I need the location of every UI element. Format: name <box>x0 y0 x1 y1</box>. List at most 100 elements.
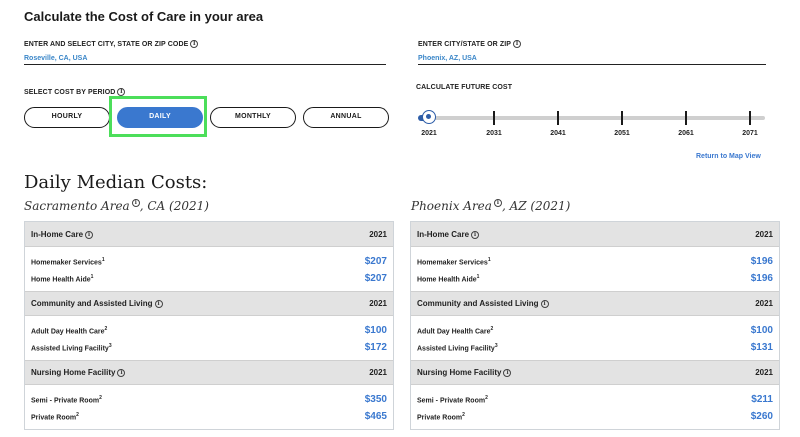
cost-label: Assisted Living Facility <box>31 345 109 353</box>
footnote: 1 <box>476 273 480 280</box>
cost-row: Semi - Private Room2 $350 <box>31 391 387 408</box>
slider-tick <box>621 111 623 125</box>
cost-label: Adult Day Health Care <box>31 328 105 336</box>
section-title: Community and Assisted Living <box>31 299 153 308</box>
city1-label-text: ENTER AND SELECT CITY, STATE OR ZIP CODE <box>24 41 189 48</box>
left-area-title: Sacramento Area i, CA (2021) <box>24 199 209 213</box>
section-header: Community and Assisted Living i 2021 <box>411 291 779 316</box>
left-area-name: Sacramento Area <box>24 199 130 213</box>
period-label-text: SELECT COST BY PERIOD <box>24 89 116 96</box>
cost-value: $196 <box>750 273 773 284</box>
footnote: 1 <box>101 256 105 263</box>
city1-label: ENTER AND SELECT CITY, STATE OR ZIP CODE… <box>24 40 199 48</box>
left-area-suffix: , CA (2021) <box>139 199 209 213</box>
city2-input[interactable]: Phoenix, AZ, USA <box>418 55 766 65</box>
info-icon[interactable]: i <box>540 300 549 308</box>
info-icon[interactable]: i <box>513 40 522 48</box>
period-annual-button[interactable]: ANNUAL <box>303 107 389 128</box>
footnote: 2 <box>485 394 488 401</box>
section-header: Nursing Home Facility i 2021 <box>25 360 393 385</box>
section-year: 2021 <box>369 299 387 308</box>
info-icon[interactable]: i <box>503 369 512 377</box>
info-icon[interactable]: i <box>117 88 126 96</box>
info-icon[interactable]: i <box>117 369 126 377</box>
right-cost-card: In-Home Care i 2021 Homemaker Services1 $1… <box>410 221 780 430</box>
cost-value: $100 <box>750 325 773 336</box>
section-title: Community and Assisted Living <box>417 299 539 308</box>
right-area-title: Phoenix Area i, AZ (2021) <box>411 199 570 213</box>
section-title: In-Home Care <box>417 229 470 239</box>
cost-row: Homemaker Services1 $207 <box>31 253 387 270</box>
period-hourly-button[interactable]: HOURLY <box>24 107 110 128</box>
footnote: 2 <box>462 411 465 418</box>
period-monthly-button[interactable]: MONTHLY <box>210 107 296 128</box>
cost-row: Home Health Aide1 $207 <box>31 270 387 287</box>
cost-value: $207 <box>364 256 387 267</box>
cost-value: $350 <box>364 394 387 405</box>
info-icon[interactable]: i <box>131 199 140 207</box>
slider-tick <box>493 111 495 125</box>
footnote: 3 <box>494 342 498 349</box>
section-year: 2021 <box>755 299 773 308</box>
footnote: 2 <box>99 394 102 401</box>
cost-label: Semi - Private Room <box>31 397 100 405</box>
tick-label: 2031 <box>486 130 502 137</box>
future-slider-track[interactable] <box>421 116 765 120</box>
info-icon[interactable]: i <box>154 300 163 308</box>
cost-value: $260 <box>750 411 773 422</box>
cost-value: $131 <box>750 342 773 353</box>
info-icon[interactable]: i <box>85 230 94 239</box>
footnote: 2 <box>490 325 494 332</box>
cost-label: Homemaker Services <box>31 259 102 267</box>
cost-label: Private Room <box>417 414 463 422</box>
cost-label: Semi - Private Room <box>417 397 486 405</box>
tick-label: 2021 <box>421 130 437 137</box>
tick-label: 2061 <box>678 130 694 137</box>
tick-label: 2041 <box>550 130 566 137</box>
cost-row: Adult Day Health Care2 $100 <box>417 322 773 339</box>
future-slider-handle[interactable] <box>422 110 436 124</box>
left-cost-card: In-Home Care i 2021 Homemaker Services1 $2… <box>24 221 394 430</box>
future-label: CALCULATE FUTURE COST <box>416 84 513 91</box>
section-header: In-Home Care i 2021 <box>25 222 393 247</box>
cost-value: $172 <box>364 342 387 353</box>
cost-value: $211 <box>751 394 773 405</box>
info-icon[interactable]: i <box>471 230 480 239</box>
right-area-name: Phoenix Area <box>411 199 492 213</box>
cost-value: $100 <box>364 325 387 336</box>
cost-row: Assisted Living Facility3 $131 <box>417 339 773 356</box>
info-icon[interactable]: i <box>190 40 199 48</box>
cost-row: Assisted Living Facility3 $172 <box>31 339 387 356</box>
cost-label: Homemaker Services <box>417 259 488 267</box>
footnote: 1 <box>90 273 94 280</box>
cost-row: Semi - Private Room2 $211 <box>417 391 773 408</box>
city2-label-text: ENTER CITY/STATE OR ZIP <box>418 41 512 48</box>
section-header: In-Home Care i 2021 <box>411 222 779 247</box>
return-to-map-link[interactable]: Return to Map View <box>696 153 761 160</box>
footnote: 1 <box>487 256 491 263</box>
cost-row: Home Health Aide1 $196 <box>417 270 773 287</box>
cost-row: Private Room2 $260 <box>417 408 773 425</box>
period-label: SELECT COST BY PERIOD i <box>24 88 126 96</box>
section-year: 2021 <box>369 368 387 377</box>
selection-highlight <box>109 96 207 137</box>
info-icon[interactable]: i <box>493 199 502 207</box>
right-area-suffix: , AZ (2021) <box>501 199 571 213</box>
cost-label: Private Room <box>31 414 77 422</box>
city1-input[interactable]: Roseville, CA, USA <box>24 55 386 65</box>
section-header: Nursing Home Facility i 2021 <box>411 360 779 385</box>
cost-value: $207 <box>364 273 387 284</box>
section-title: In-Home Care <box>31 229 84 239</box>
section-title: Nursing Home Facility <box>31 368 116 377</box>
section-header: Community and Assisted Living i 2021 <box>25 291 393 316</box>
cost-row: Adult Day Health Care2 $100 <box>31 322 387 339</box>
city2-label: ENTER CITY/STATE OR ZIP i <box>418 40 522 48</box>
costs-heading: Daily Median Costs: <box>24 172 208 193</box>
slider-tick <box>557 111 559 125</box>
footnote: 2 <box>104 325 108 332</box>
cost-value: $196 <box>750 256 773 267</box>
footnote: 2 <box>76 411 79 418</box>
section-year: 2021 <box>755 229 773 239</box>
slider-tick <box>685 111 687 125</box>
cost-label: Assisted Living Facility <box>417 345 495 353</box>
